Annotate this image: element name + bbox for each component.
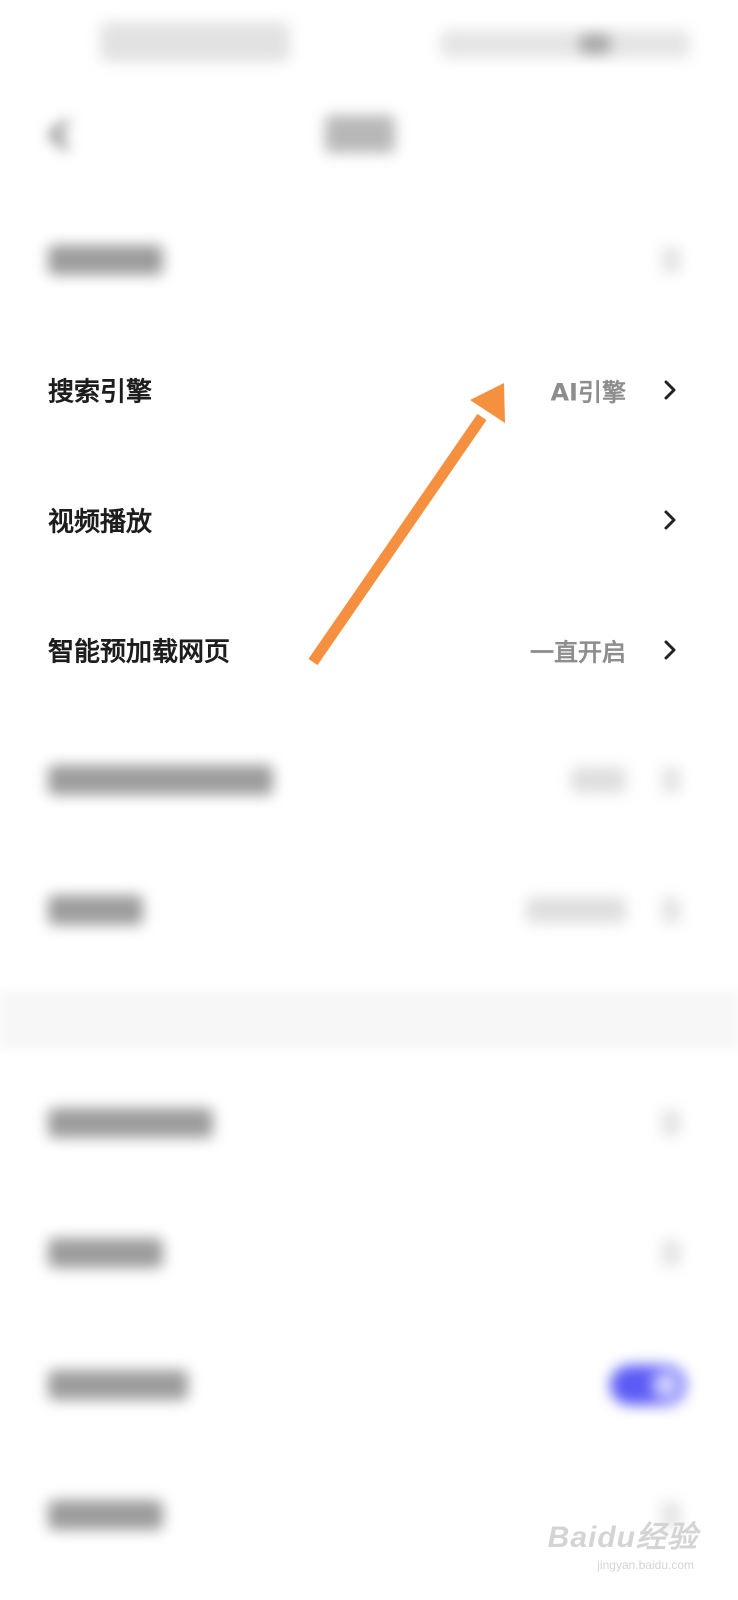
- status-bar-left-icons: [100, 22, 290, 62]
- settings-row-search-engine[interactable]: 搜索引擎 AI引擎: [0, 330, 738, 450]
- page-title: [325, 115, 395, 153]
- watermark-main-text: Baidu经验: [547, 1521, 698, 1554]
- row-label-placeholder: [48, 1238, 163, 1268]
- toggle-knob: [652, 1371, 680, 1399]
- row-label-placeholder: [48, 1500, 163, 1530]
- chevron-right-icon: [662, 1110, 680, 1136]
- chevron-right-icon: [662, 508, 678, 532]
- row-value-placeholder: [526, 897, 626, 923]
- settings-row-video-playback[interactable]: 视频播放: [0, 460, 738, 580]
- toggle-switch[interactable]: [610, 1365, 686, 1405]
- section-divider: [0, 990, 738, 1050]
- row-value-search-engine: AI引擎: [550, 378, 626, 407]
- baidu-watermark: Baidu经验 jingyan.baidu.com: [548, 1512, 698, 1572]
- watermark-sub-text: jingyan.baidu.com: [597, 1558, 694, 1572]
- settings-row-blurred-toggle[interactable]: [0, 1325, 738, 1445]
- chevron-right-icon: [662, 767, 680, 793]
- row-label-placeholder: [48, 1370, 188, 1400]
- row-label-placeholder: [48, 895, 143, 925]
- row-value-placeholder: [571, 767, 626, 793]
- chevron-right-icon: [662, 897, 680, 923]
- row-label-smart-preload: 智能预加载网页: [48, 637, 231, 668]
- row-value-smart-preload: 一直开启: [530, 638, 626, 667]
- settings-row-blurred-3[interactable]: [0, 850, 738, 970]
- back-arrow-icon-graphic: [48, 120, 69, 150]
- settings-row-smart-preload[interactable]: 智能预加载网页 一直开启: [0, 590, 738, 710]
- settings-row-blurred-2[interactable]: [0, 720, 738, 840]
- row-label-video-playback: 视频播放: [48, 507, 153, 538]
- chevron-right-icon: [662, 1240, 680, 1266]
- settings-row-blurred-5[interactable]: [0, 1193, 738, 1313]
- row-label-placeholder: [48, 765, 273, 795]
- chevron-right-icon: [662, 247, 680, 273]
- battery-icon: [580, 34, 610, 54]
- back-arrow-icon[interactable]: [40, 115, 80, 155]
- status-bar-right-icons: [440, 30, 690, 58]
- settings-row-blurred-4[interactable]: [0, 1063, 738, 1183]
- chevron-right-icon: [662, 638, 678, 662]
- row-label-placeholder: [48, 1108, 213, 1138]
- row-label-search-engine: 搜索引擎: [48, 377, 153, 408]
- status-bar: [0, 0, 738, 90]
- row-label-placeholder: [48, 245, 163, 275]
- settings-row-blurred-1[interactable]: [0, 200, 738, 320]
- chevron-right-icon: [662, 378, 678, 402]
